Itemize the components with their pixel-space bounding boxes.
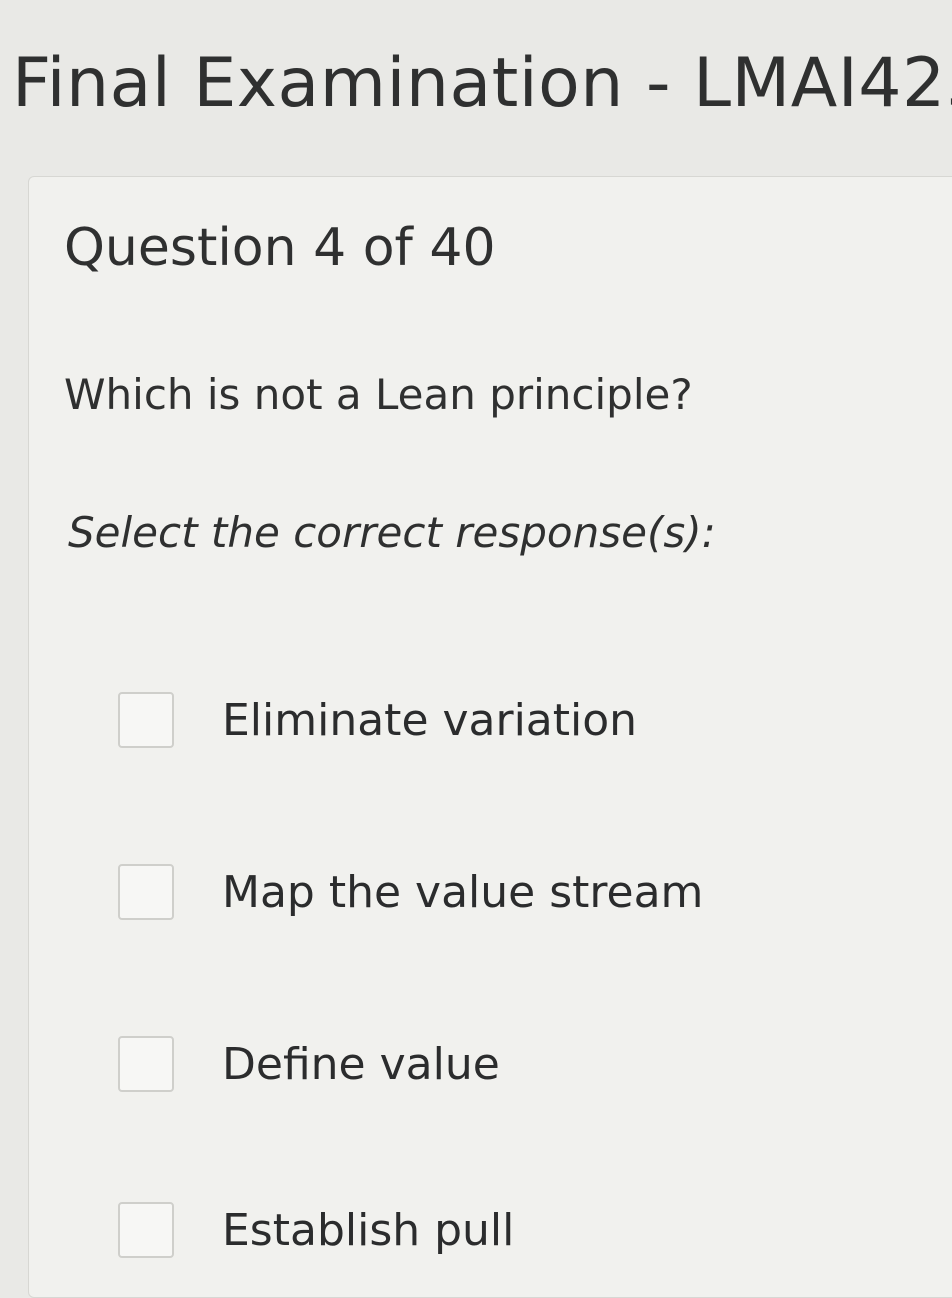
option-checkbox[interactable] (118, 692, 174, 748)
option-label: Establish pull (222, 1204, 515, 1256)
question-counter: Question 4 of 40 (64, 218, 496, 278)
option-label: Eliminate variation (222, 694, 638, 746)
exam-title: Final Examination - LMAI423 (12, 44, 952, 123)
option-label: Map the value stream (222, 866, 704, 918)
option-label: Define value (222, 1038, 500, 1090)
option-checkbox[interactable] (118, 1202, 174, 1258)
option-map-the-value-stream[interactable]: Map the value stream (118, 860, 703, 924)
option-eliminate-variation[interactable]: Eliminate variation (118, 688, 637, 752)
question-text: Which is not a Lean principle? (64, 370, 693, 419)
option-checkbox[interactable] (118, 1036, 174, 1092)
response-instruction: Select the correct response(s): (68, 508, 716, 557)
option-establish-pull[interactable]: Establish pull (118, 1198, 514, 1262)
option-define-value[interactable]: Define value (118, 1032, 500, 1096)
option-checkbox[interactable] (118, 864, 174, 920)
